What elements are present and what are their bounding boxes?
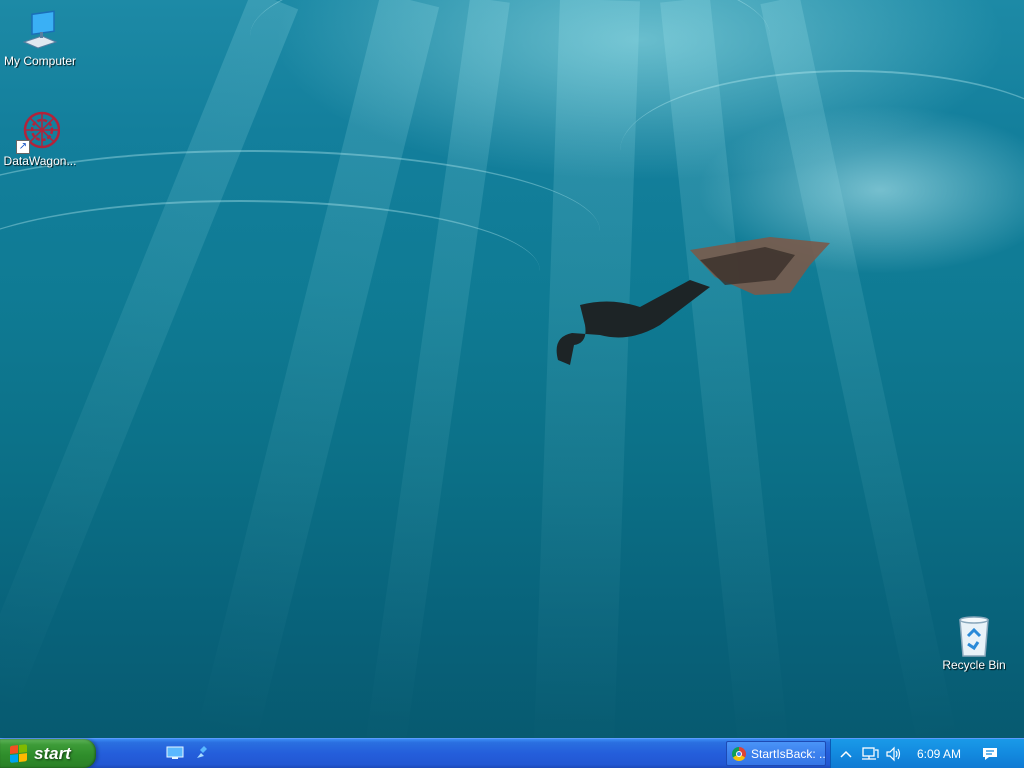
start-label: start bbox=[34, 743, 71, 763]
datawagon-icon: ↗ bbox=[16, 110, 61, 154]
desktop-icon-recycle-bin[interactable]: Recycle Bin bbox=[934, 614, 1014, 672]
desktop-wallpaper: My Computer ↗ DataWagon... Recycle Bin bbox=[0, 0, 1024, 738]
network-icon[interactable] bbox=[861, 745, 879, 763]
volume-icon[interactable] bbox=[885, 745, 903, 763]
action-center-icon[interactable] bbox=[981, 745, 999, 763]
desktop-icon-label: DataWagon... bbox=[3, 154, 77, 168]
shortcut-arrow-icon: ↗ bbox=[16, 140, 30, 154]
desktop-icon-my-computer[interactable]: My Computer bbox=[0, 10, 80, 68]
computer-icon bbox=[20, 10, 60, 50]
recycle-bin-icon bbox=[954, 614, 994, 657]
taskbar: start StartIsBack: ... 6:09 AM bbox=[0, 738, 1024, 768]
desktop-icon-datawagon[interactable]: ↗ DataWagon... bbox=[0, 110, 80, 168]
chevron-up-icon[interactable] bbox=[837, 745, 855, 763]
chrome-icon bbox=[732, 746, 746, 761]
show-desktop-icon[interactable] bbox=[166, 745, 184, 761]
windows-logo-icon bbox=[10, 743, 28, 764]
clock[interactable]: 6:09 AM bbox=[917, 747, 961, 761]
pin-icon[interactable] bbox=[192, 745, 210, 761]
desktop-icon-label: My Computer bbox=[3, 54, 77, 68]
diver-image bbox=[556, 237, 830, 365]
desktop-icon-label: Recycle Bin bbox=[942, 658, 1006, 672]
system-tray: 6:09 AM bbox=[830, 739, 1024, 768]
taskbar-button-startisback[interactable]: StartIsBack: ... bbox=[726, 741, 826, 766]
start-button[interactable]: start bbox=[0, 739, 96, 768]
taskbar-button-label: StartIsBack: ... bbox=[751, 746, 825, 761]
